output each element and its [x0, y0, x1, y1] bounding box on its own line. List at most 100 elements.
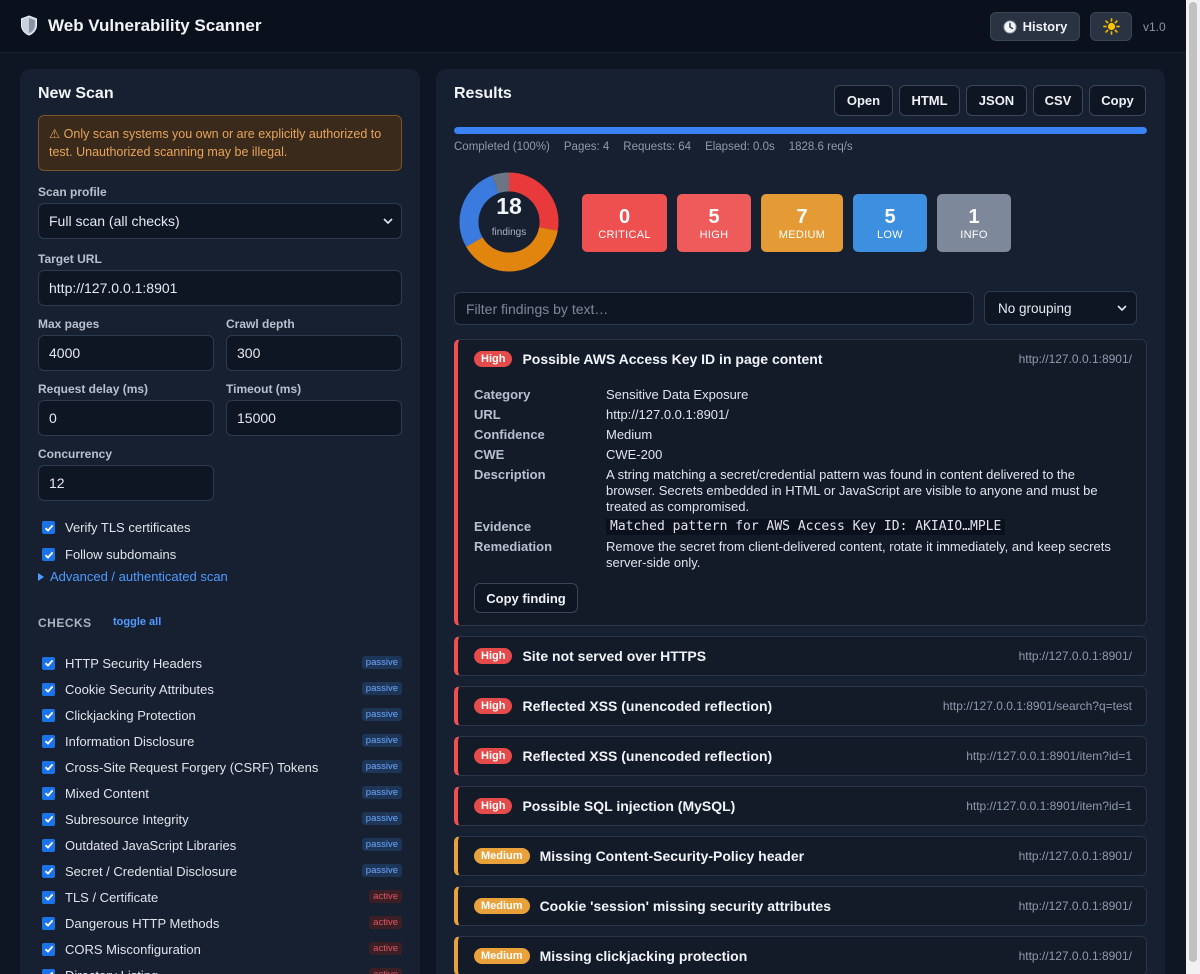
- check-checkbox[interactable]: [42, 838, 55, 852]
- finding-card[interactable]: High Site not served over HTTPS http://127…: [454, 636, 1147, 676]
- check-checkbox[interactable]: [42, 786, 55, 800]
- low-count-card[interactable]: 5 LOW: [853, 194, 927, 252]
- export-actions: Open HTML JSON CSV Copy: [834, 85, 1146, 116]
- finding-header[interactable]: High Reflected XSS (unencoded reflection)…: [474, 687, 1132, 725]
- checks-list: HTTP Security Headers passive Cookie Secur…: [42, 650, 402, 974]
- finding-title: Possible SQL injection (MySQL): [522, 798, 736, 814]
- check-item[interactable]: HTTP Security Headers passive: [42, 650, 402, 676]
- follow-subdomains-checkbox[interactable]: [42, 548, 55, 561]
- check-item[interactable]: Outdated JavaScript Libraries passive: [42, 832, 402, 858]
- export-csv-button[interactable]: CSV: [1033, 85, 1083, 116]
- check-checkbox[interactable]: [42, 942, 55, 956]
- finding-header[interactable]: Medium Missing clickjacking protection htt…: [474, 937, 1132, 974]
- shield-icon: [21, 15, 37, 36]
- severity-badge: High: [474, 698, 513, 714]
- theme-toggle-button[interactable]: [1090, 12, 1132, 41]
- severity-donut-chart: [459, 172, 559, 272]
- finding-card[interactable]: Medium Cookie 'session' missing security …: [454, 886, 1147, 926]
- check-label: Clickjacking Protection: [65, 707, 196, 723]
- check-item[interactable]: Directory Listing active: [42, 962, 402, 974]
- critical-count-card[interactable]: 0 CRITICAL: [582, 194, 667, 252]
- check-checkbox[interactable]: [42, 968, 55, 974]
- check-label: Mixed Content: [65, 785, 149, 801]
- check-checkbox[interactable]: [42, 760, 55, 774]
- scan-profile-select[interactable]: Full scan (all checks): [38, 203, 402, 239]
- check-item[interactable]: Subresource Integrity passive: [42, 806, 402, 832]
- info-label: INFO: [960, 229, 988, 241]
- finding-url: http://127.0.0.1:8901/: [1018, 352, 1132, 366]
- check-item[interactable]: Information Disclosure passive: [42, 728, 402, 754]
- export-json-button[interactable]: JSON: [966, 85, 1027, 116]
- severity-badge: Medium: [474, 848, 530, 864]
- brand: Web Vulnerability Scanner: [20, 15, 262, 36]
- finding-header[interactable]: High Site not served over HTTPS http://127…: [474, 637, 1132, 675]
- pages-count: Pages: 4: [563, 141, 610, 153]
- target-url-input[interactable]: http://127.0.0.1:8901: [38, 270, 402, 306]
- grouping-select[interactable]: No grouping: [984, 291, 1137, 325]
- finding-card[interactable]: Medium Missing clickjacking protection htt…: [454, 936, 1147, 974]
- check-checkbox[interactable]: [42, 812, 55, 826]
- finding-header[interactable]: Medium Cookie 'session' missing security …: [474, 887, 1132, 925]
- request-rate: 1828.6 req/s: [788, 141, 853, 153]
- open-button[interactable]: Open: [834, 85, 893, 116]
- page-scrollbar[interactable]: [1186, 0, 1200, 974]
- request-delay-input[interactable]: 0: [38, 400, 214, 436]
- check-checkbox[interactable]: [42, 890, 55, 904]
- findings-filter-input[interactable]: Filter findings by text…: [454, 292, 974, 325]
- request-delay-value: 0: [49, 410, 57, 426]
- findings-total: 18: [496, 193, 522, 219]
- max-pages-label: Max pages: [38, 317, 100, 331]
- verify-tls-option[interactable]: Verify TLS certificates: [42, 520, 190, 535]
- info-count-card[interactable]: 1 INFO: [937, 194, 1011, 252]
- finding-card[interactable]: High Reflected XSS (unencoded reflection)…: [454, 686, 1147, 726]
- check-type-tag: active: [369, 890, 402, 903]
- export-html-button[interactable]: HTML: [899, 85, 960, 116]
- finding-card[interactable]: High Possible SQL injection (MySQL) http:/…: [454, 786, 1147, 826]
- detail-row-description: Description A string matching a secret/c…: [474, 467, 1134, 515]
- verify-tls-checkbox[interactable]: [42, 521, 55, 534]
- scrollbar-thumb[interactable]: [1189, 2, 1197, 962]
- finding-card[interactable]: Medium Missing Content-Security-Policy he…: [454, 836, 1147, 876]
- detail-row-url: URL http://127.0.0.1:8901/: [474, 407, 1134, 423]
- check-item[interactable]: TLS / Certificate active: [42, 884, 402, 910]
- finding-title: Possible AWS Access Key ID in page conte…: [522, 351, 823, 367]
- check-item[interactable]: Mixed Content passive: [42, 780, 402, 806]
- medium-count: 7: [796, 206, 808, 228]
- check-checkbox[interactable]: [42, 708, 55, 722]
- finding-url: http://127.0.0.1:8901/: [1018, 949, 1132, 963]
- finding-title: Missing Content-Security-Policy header: [539, 848, 805, 864]
- max-pages-input[interactable]: 4000: [38, 335, 214, 371]
- check-checkbox[interactable]: [42, 916, 55, 930]
- check-checkbox[interactable]: [42, 734, 55, 748]
- crawl-depth-input[interactable]: 300: [226, 335, 402, 371]
- concurrency-input[interactable]: 12: [38, 465, 214, 501]
- check-item[interactable]: Dangerous HTTP Methods active: [42, 910, 402, 936]
- timeout-input[interactable]: 15000: [226, 400, 402, 436]
- check-checkbox[interactable]: [42, 682, 55, 696]
- finding-card[interactable]: High Reflected XSS (unencoded reflection)…: [454, 736, 1147, 776]
- detail-key: URL: [474, 407, 501, 422]
- copy-finding-button[interactable]: Copy finding: [474, 583, 578, 613]
- toggle-all-link[interactable]: toggle all: [113, 616, 161, 628]
- check-item[interactable]: Cross-Site Request Forgery (CSRF) Tokens…: [42, 754, 402, 780]
- finding-header[interactable]: High Reflected XSS (unencoded reflection)…: [474, 737, 1132, 775]
- results-title: Results: [454, 85, 512, 102]
- finding-card-expanded[interactable]: High Possible AWS Access Key ID in page …: [454, 339, 1147, 626]
- high-count-card[interactable]: 5 HIGH: [677, 194, 751, 252]
- check-checkbox[interactable]: [42, 864, 55, 878]
- advanced-scan-toggle[interactable]: Advanced / authenticated scan: [38, 569, 228, 584]
- copy-results-button[interactable]: Copy: [1089, 85, 1146, 116]
- check-item[interactable]: Cookie Security Attributes passive: [42, 676, 402, 702]
- history-button[interactable]: History: [990, 12, 1080, 41]
- finding-header[interactable]: High Possible SQL injection (MySQL) http:/…: [474, 787, 1132, 825]
- follow-subdomains-option[interactable]: Follow subdomains: [42, 547, 176, 562]
- concurrency-value: 12: [49, 475, 65, 491]
- medium-count-card[interactable]: 7 MEDIUM: [761, 194, 843, 252]
- check-item[interactable]: Clickjacking Protection passive: [42, 702, 402, 728]
- finding-header[interactable]: High Possible AWS Access Key ID in page …: [474, 340, 1132, 378]
- check-type-tag: passive: [361, 838, 402, 851]
- check-item[interactable]: Secret / Credential Disclosure passive: [42, 858, 402, 884]
- check-checkbox[interactable]: [42, 656, 55, 670]
- finding-header[interactable]: Medium Missing Content-Security-Policy he…: [474, 837, 1132, 875]
- check-item[interactable]: CORS Misconfiguration active: [42, 936, 402, 962]
